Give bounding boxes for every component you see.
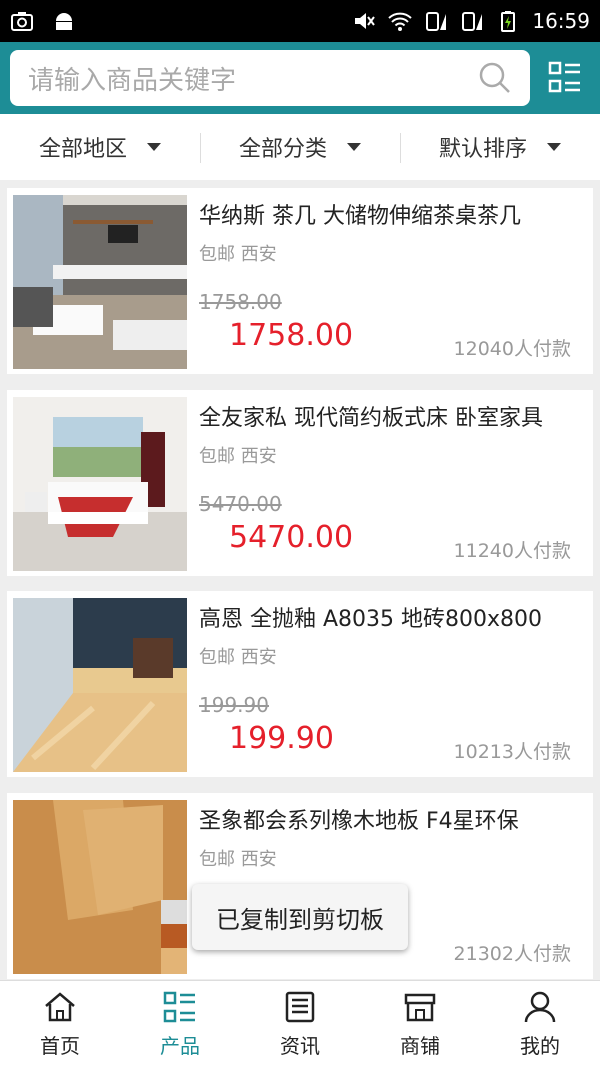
product-tags: 包邮 西安: [199, 849, 277, 870]
user-icon: [524, 991, 556, 1022]
product-price: 1758.00: [229, 318, 354, 353]
filter-label: 全部地区: [38, 137, 127, 162]
filter-bar: 全部地区 全部分类 默认排序: [0, 114, 600, 180]
original-price: 1758.00: [199, 290, 282, 314]
nav-profile[interactable]: 我的: [480, 981, 600, 1067]
status-bar: 16:59: [0, 0, 600, 42]
mute-icon: [355, 13, 376, 29]
sales-count: 10213人付款: [453, 741, 571, 763]
filter-region[interactable]: 全部地区: [0, 131, 200, 163]
dropdown-caret-icon: [147, 143, 161, 151]
product-tags: 包邮 西安: [199, 244, 277, 265]
filter-category[interactable]: 全部分类: [200, 131, 400, 163]
signal-icon: [462, 12, 483, 31]
product-card[interactable]: 全友家私 现代简约板式床 卧室家具 包邮 西安 5470.00 5470.00 …: [7, 390, 593, 576]
sales-count: 11240人付款: [453, 540, 571, 562]
nav-shop[interactable]: 商铺: [360, 981, 480, 1067]
product-card[interactable]: 高恩 全抛釉 A8035 地砖800x800 包邮 西安 199.90 199.…: [7, 591, 593, 777]
nav-label: 资讯: [280, 1033, 320, 1058]
signal-icon: [426, 12, 447, 31]
android-icon: [56, 13, 72, 30]
search-placeholder: 请输入商品关键字: [28, 65, 237, 96]
nav-news[interactable]: 资讯: [240, 981, 360, 1067]
wifi-icon: [388, 12, 413, 31]
filter-sort[interactable]: 默认排序: [400, 131, 600, 163]
product-card[interactable]: 华纳斯 茶几 大储物伸缩茶桌茶几 包邮 西安 1758.00 1758.00 1…: [7, 188, 593, 374]
original-price: 199.90: [199, 693, 269, 717]
product-price: 199.90: [229, 721, 334, 756]
sales-count: 12040人付款: [453, 338, 571, 360]
product-image: [13, 195, 187, 369]
shop-icon: [404, 993, 436, 1021]
product-image: [13, 800, 187, 974]
status-time: 16:59: [532, 9, 590, 33]
app-header: 请输入商品关键字: [0, 42, 600, 114]
screenshot-icon: [11, 12, 33, 31]
product-title: 全友家私 现代简约板式床 卧室家具: [199, 406, 543, 431]
nav-home[interactable]: 首页: [0, 981, 120, 1067]
battery-icon: [501, 11, 516, 32]
sales-count: 21302人付款: [453, 943, 571, 965]
bottom-nav: 首页 产品 资讯 商铺 我的: [0, 980, 600, 1067]
search-input[interactable]: 请输入商品关键字: [10, 50, 530, 106]
nav-products[interactable]: 产品: [120, 981, 240, 1067]
nav-label: 产品: [160, 1033, 200, 1058]
product-tags: 包邮 西安: [199, 446, 277, 467]
original-price: 5470.00: [199, 492, 282, 516]
home-icon: [45, 991, 75, 1021]
nav-label: 商铺: [400, 1033, 440, 1058]
dropdown-caret-icon: [347, 143, 361, 151]
copied-toast: 已复制到剪切板: [192, 884, 408, 950]
product-image: [13, 397, 187, 571]
product-list-icon: [163, 991, 195, 1022]
news-icon: [285, 991, 315, 1022]
product-image: [13, 598, 187, 772]
search-icon[interactable]: [478, 61, 512, 95]
product-title: 圣象都会系列橡木地板 F4星环保: [199, 809, 519, 834]
nav-label: 我的: [520, 1033, 560, 1058]
filter-label: 默认排序: [438, 137, 527, 162]
product-title: 高恩 全抛釉 A8035 地砖800x800: [199, 607, 543, 632]
filter-label: 全部分类: [238, 137, 327, 162]
product-tags: 包邮 西安: [199, 647, 277, 668]
category-menu-icon[interactable]: [548, 61, 582, 95]
nav-label: 首页: [40, 1033, 80, 1058]
product-price: 5470.00: [229, 520, 354, 555]
dropdown-caret-icon: [547, 143, 561, 151]
product-title: 华纳斯 茶几 大储物伸缩茶桌茶几: [199, 204, 521, 229]
